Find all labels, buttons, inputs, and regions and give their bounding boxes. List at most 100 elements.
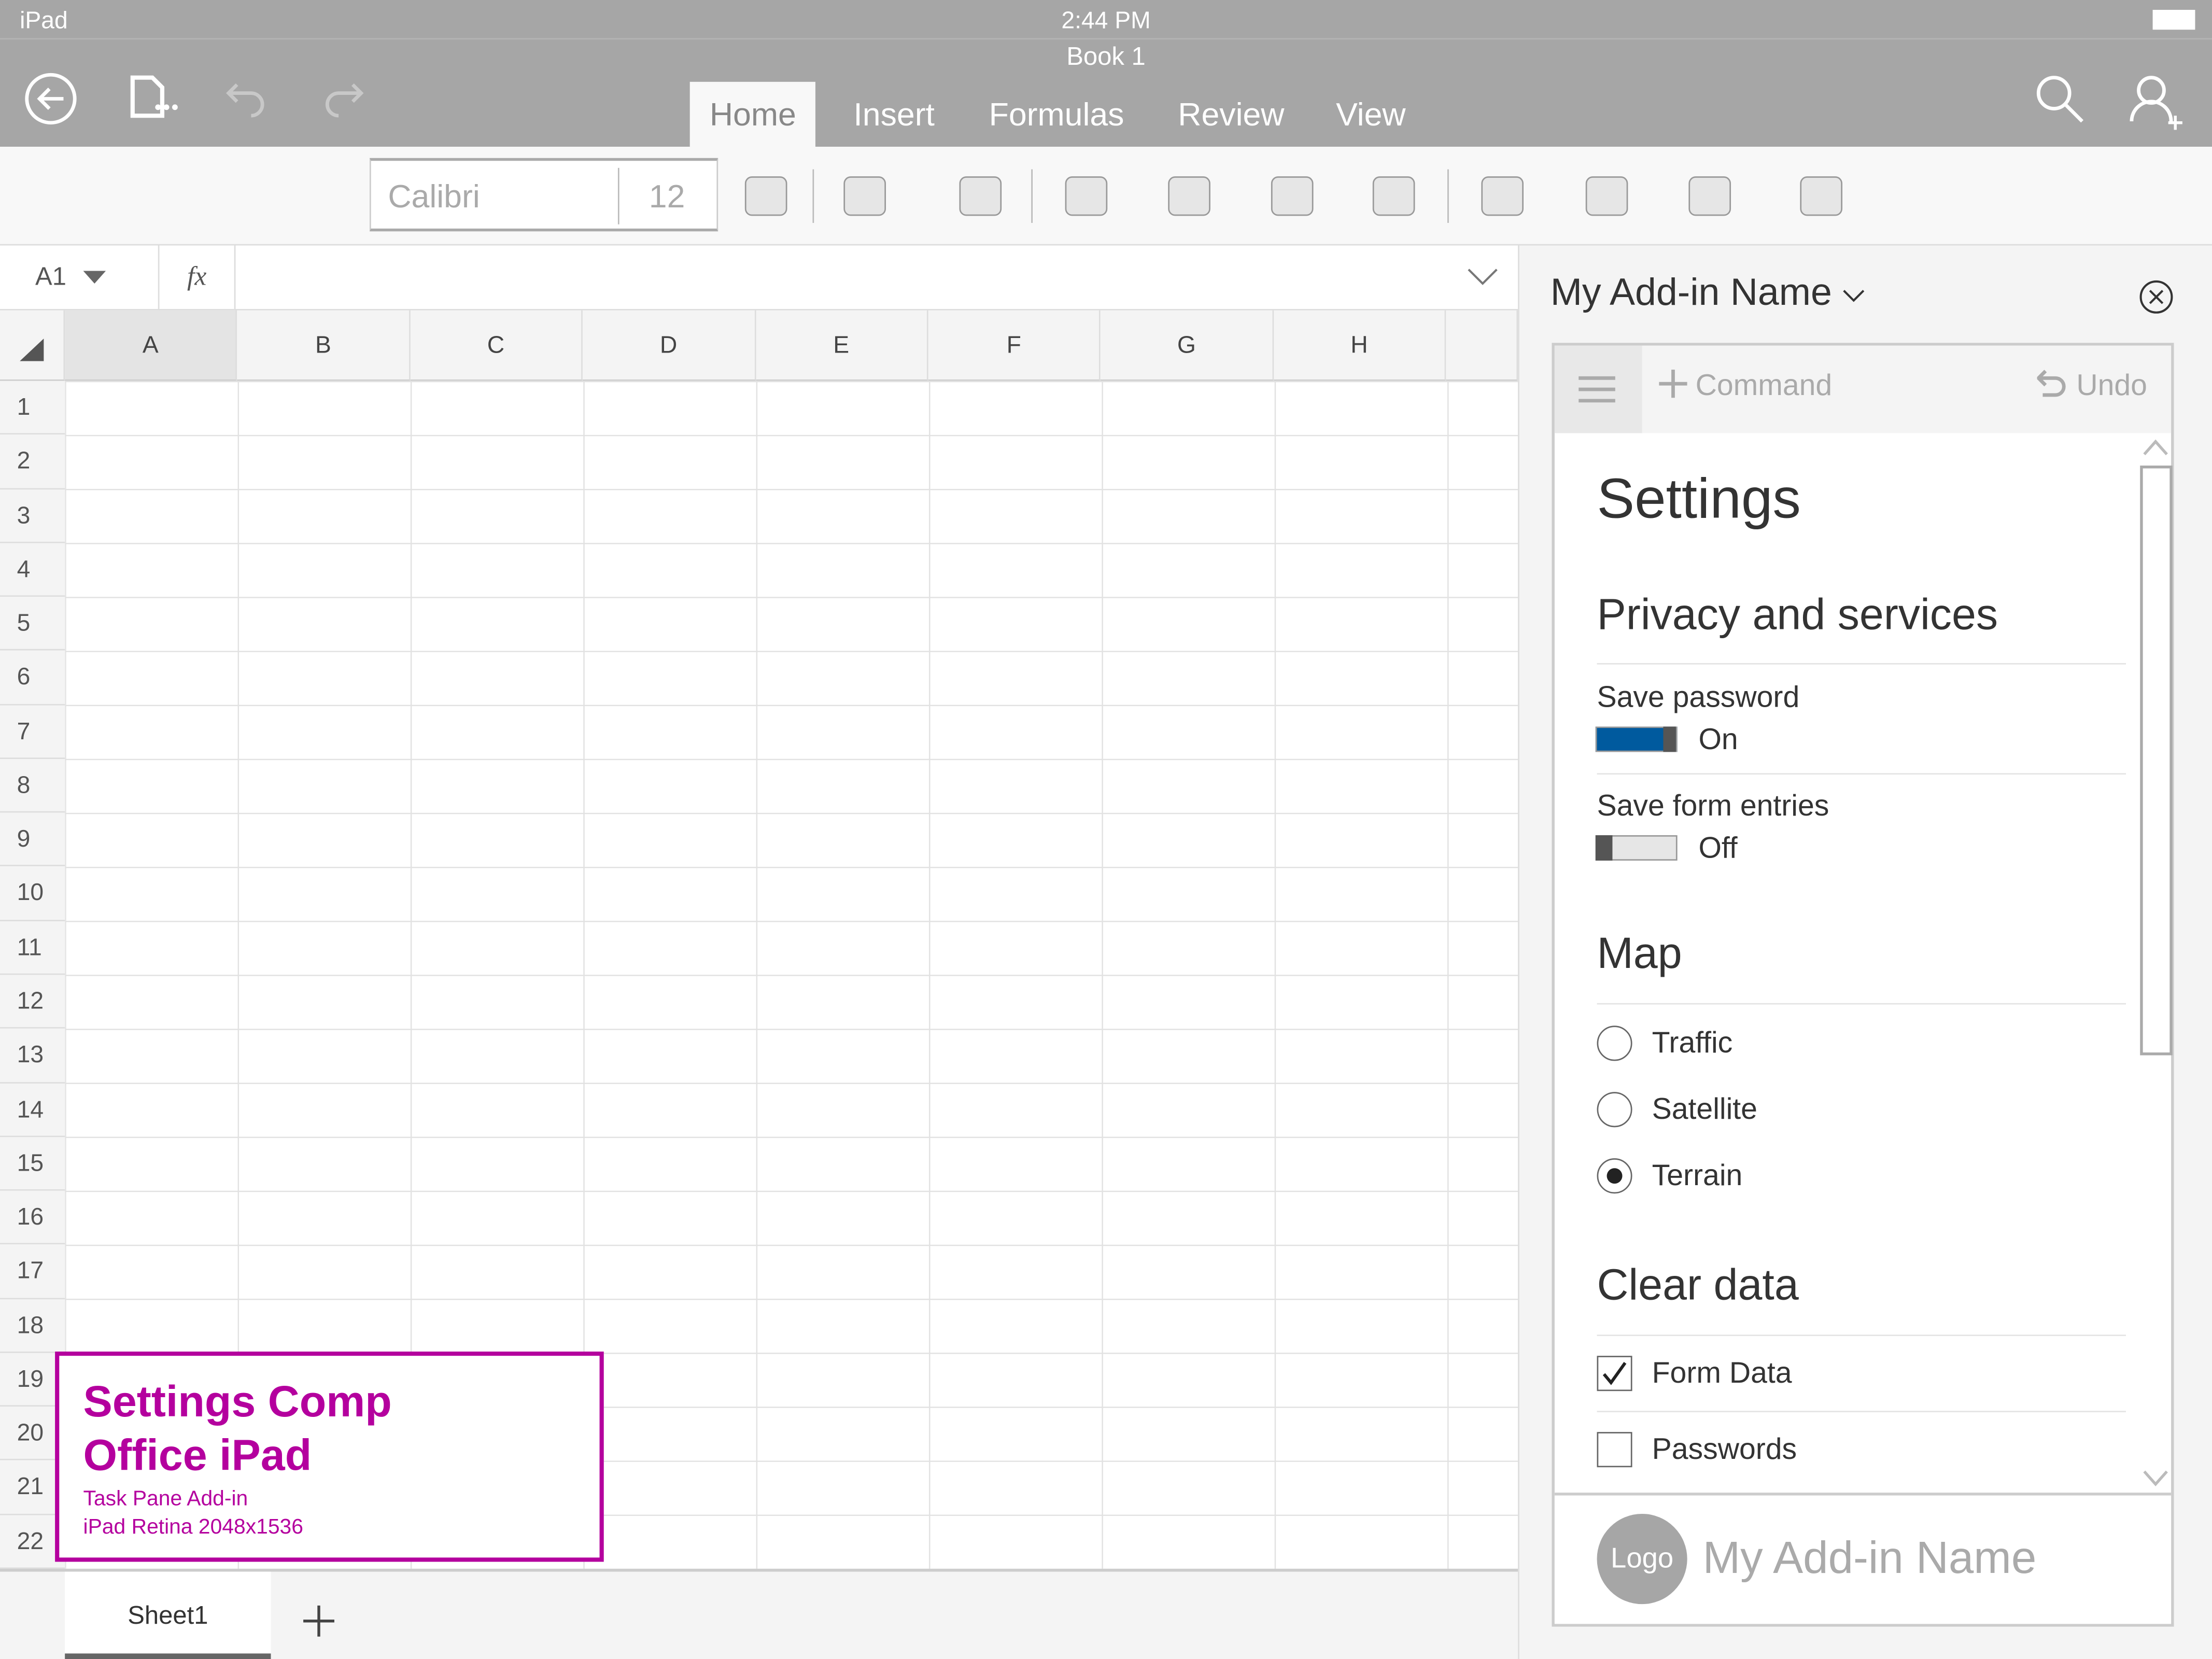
hamburger-button[interactable] bbox=[1554, 345, 1642, 433]
scroll-up-icon[interactable] bbox=[2143, 439, 2168, 456]
row-header-7[interactable]: 7 bbox=[0, 705, 65, 759]
ribbon-button-11[interactable] bbox=[1800, 176, 1843, 216]
ribbon-button-10[interactable] bbox=[1688, 176, 1731, 216]
save-form-entries-label: Save form entries bbox=[1597, 790, 1829, 823]
ribbon-button-5[interactable] bbox=[1168, 176, 1210, 216]
ribbon-button-9[interactable] bbox=[1585, 176, 1628, 216]
tab-formulas[interactable]: Formulas bbox=[969, 82, 1144, 147]
status-time: 2:44 PM bbox=[1061, 7, 1151, 34]
row-header-1[interactable]: 1 bbox=[0, 381, 65, 435]
annotation-title-1: Settings Comp bbox=[83, 1376, 392, 1427]
add-sheet-icon[interactable] bbox=[301, 1602, 337, 1639]
tab-insert[interactable]: Insert bbox=[834, 82, 954, 147]
row-header-9[interactable]: 9 bbox=[0, 812, 65, 867]
annotation-box: Settings Comp Office iPad Task Pane Add-… bbox=[55, 1352, 604, 1562]
caret-down-icon[interactable] bbox=[82, 270, 107, 287]
annotation-title-2: Office iPad bbox=[83, 1430, 312, 1480]
checkbox-passwords[interactable] bbox=[1597, 1432, 1632, 1468]
row-header-8[interactable]: 8 bbox=[0, 758, 65, 813]
row-header-4[interactable]: 4 bbox=[0, 543, 65, 597]
plus-icon bbox=[1659, 369, 1687, 398]
ribbon-button-6[interactable] bbox=[1271, 176, 1314, 216]
row-header-17[interactable]: 17 bbox=[0, 1245, 65, 1299]
undo-button[interactable]: Undo bbox=[2036, 370, 2147, 403]
column-header-g[interactable]: G bbox=[1101, 310, 1274, 381]
expand-chevron-icon[interactable] bbox=[1467, 266, 1498, 286]
annotation-sub-2: iPad Retina 2048x1536 bbox=[83, 1515, 303, 1539]
column-header-f[interactable]: F bbox=[928, 310, 1101, 381]
row-header-6[interactable]: 6 bbox=[0, 651, 65, 705]
name-box-value[interactable]: A1 bbox=[35, 262, 66, 292]
save-form-entries-toggle[interactable] bbox=[1595, 835, 1678, 861]
scrollbar-thumb[interactable] bbox=[2140, 466, 2173, 1056]
ribbon-button-3[interactable] bbox=[959, 176, 1002, 216]
file-icon[interactable] bbox=[127, 74, 178, 124]
save-password-toggle[interactable] bbox=[1595, 726, 1678, 752]
chevron-down-icon[interactable] bbox=[1842, 288, 1865, 305]
radio-terrain-label[interactable]: Terrain bbox=[1652, 1160, 1743, 1193]
checkbox-form-data[interactable] bbox=[1597, 1356, 1632, 1391]
save-form-entries-state: Off bbox=[1698, 832, 1738, 865]
column-header-d[interactable]: D bbox=[583, 310, 756, 381]
row-header-2[interactable]: 2 bbox=[0, 434, 65, 489]
divider bbox=[1597, 1003, 2126, 1005]
save-password-label: Save password bbox=[1597, 681, 1800, 714]
ribbon-button-8[interactable] bbox=[1481, 176, 1524, 216]
battery-icon bbox=[2152, 10, 2195, 30]
checkmark-icon bbox=[1602, 1362, 1627, 1385]
row-header-5[interactable]: 5 bbox=[0, 597, 65, 651]
back-icon[interactable] bbox=[23, 71, 79, 127]
column-header-h[interactable]: H bbox=[1273, 310, 1446, 381]
sheet-tab-sheet1[interactable]: Sheet1 bbox=[65, 1571, 271, 1659]
radio-satellite[interactable] bbox=[1597, 1092, 1632, 1128]
radio-satellite-label[interactable]: Satellite bbox=[1652, 1093, 1757, 1127]
select-all-button[interactable] bbox=[0, 310, 65, 381]
checkbox-passwords-label[interactable]: Passwords bbox=[1652, 1433, 1797, 1467]
ribbon-button-7[interactable] bbox=[1372, 176, 1415, 216]
command-button[interactable]: Command bbox=[1659, 369, 1832, 403]
ribbon-button-1[interactable] bbox=[744, 176, 787, 216]
checkbox-form-data-label[interactable]: Form Data bbox=[1652, 1357, 1792, 1391]
logo: Logo bbox=[1597, 1513, 1687, 1605]
row-header-12[interactable]: 12 bbox=[0, 975, 65, 1029]
tab-review[interactable]: Review bbox=[1158, 82, 1304, 147]
row-header-14[interactable]: 14 bbox=[0, 1082, 65, 1137]
ribbon-button-4[interactable] bbox=[1065, 176, 1108, 216]
divider bbox=[617, 167, 619, 224]
row-header-10[interactable]: 10 bbox=[0, 867, 65, 921]
radio-traffic-label[interactable]: Traffic bbox=[1652, 1027, 1733, 1061]
row-header-11[interactable]: 11 bbox=[0, 921, 65, 975]
row-header-18[interactable]: 18 bbox=[0, 1299, 65, 1353]
sheet-tab-bar: Sheet1 bbox=[0, 1569, 1518, 1659]
column-header-extra bbox=[1446, 310, 1518, 381]
font-name[interactable]: Calibri bbox=[388, 178, 480, 216]
row-header-3[interactable]: 3 bbox=[0, 489, 65, 543]
undo-icon[interactable] bbox=[223, 76, 271, 124]
search-icon[interactable] bbox=[2034, 74, 2085, 124]
scroll-down-icon[interactable] bbox=[2143, 1470, 2168, 1487]
column-header-c[interactable]: C bbox=[410, 310, 583, 381]
row-header-15[interactable]: 15 bbox=[0, 1136, 65, 1191]
share-person-icon[interactable] bbox=[2128, 74, 2187, 133]
redo-icon[interactable] bbox=[319, 76, 367, 124]
row-header-13[interactable]: 13 bbox=[0, 1029, 65, 1083]
radio-traffic[interactable] bbox=[1597, 1025, 1632, 1061]
radio-terrain[interactable] bbox=[1597, 1158, 1632, 1194]
column-header-b[interactable]: B bbox=[237, 310, 411, 381]
font-size[interactable]: 12 bbox=[649, 178, 685, 216]
formula-input[interactable] bbox=[237, 246, 1450, 311]
font-picker[interactable]: Calibri 12 bbox=[369, 158, 718, 232]
tab-home[interactable]: Home bbox=[689, 81, 816, 147]
ribbon-button-2[interactable] bbox=[843, 176, 886, 216]
add-in-footer: Logo My Add-in Name bbox=[1554, 1493, 2172, 1624]
name-box[interactable]: A1 bbox=[0, 245, 160, 311]
divider bbox=[812, 169, 814, 223]
fx-icon[interactable]: fx bbox=[160, 245, 236, 311]
column-header-a[interactable]: A bbox=[65, 310, 238, 381]
column-header-e[interactable]: E bbox=[755, 310, 928, 381]
close-icon[interactable] bbox=[2138, 279, 2174, 315]
hamburger-icon bbox=[1579, 376, 1615, 403]
tab-view[interactable]: View bbox=[1316, 82, 1426, 147]
row-header-16[interactable]: 16 bbox=[0, 1190, 65, 1245]
task-pane-title[interactable]: My Add-in Name bbox=[1551, 271, 1865, 314]
